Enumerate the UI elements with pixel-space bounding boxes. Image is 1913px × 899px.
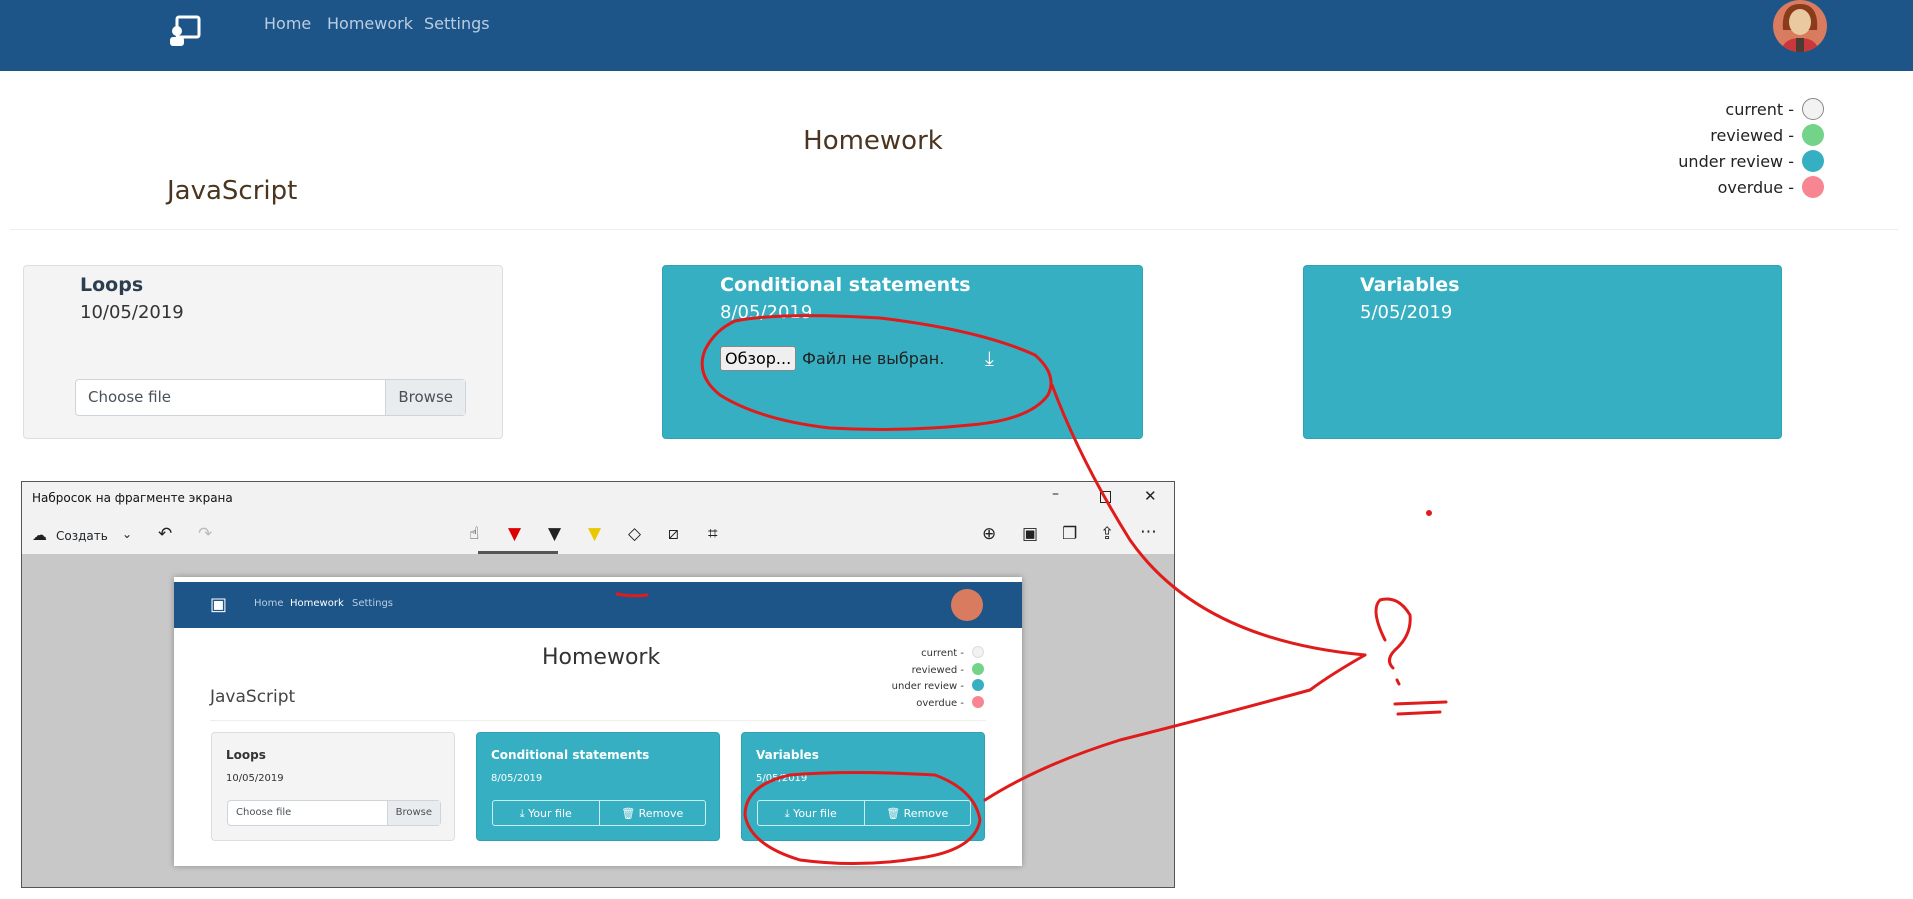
card-date: 5/05/2019	[1360, 302, 1453, 323]
inner-course-title: JavaScript	[210, 687, 296, 707]
inner-legend-label: overdue -	[916, 697, 964, 709]
card-title: Loops	[226, 748, 266, 762]
maximize-button[interactable]	[1100, 491, 1111, 503]
browse-button[interactable]: Browse	[385, 380, 465, 415]
inner-legend-label: under review -	[891, 681, 964, 692]
legend-label: overdue -	[1717, 178, 1794, 197]
inner-legend-label: reviewed -	[911, 664, 964, 676]
inner-avatar	[951, 589, 983, 621]
inner-navbar: ▣ Home Homework Settings	[174, 582, 1022, 628]
homework-card-variables: Variables 5/05/2019	[1303, 265, 1782, 439]
inner-file-input: Choose file Browse	[227, 800, 441, 826]
file-input[interactable]: Choose file Browse	[75, 379, 466, 416]
file-placeholder: Choose file	[236, 807, 292, 818]
undo-icon[interactable]: ↶	[158, 524, 172, 544]
close-button[interactable]: ✕	[1144, 487, 1157, 505]
inner-dot-current	[972, 646, 984, 658]
card-title: Variables	[756, 748, 819, 762]
card-date: 10/05/2019	[226, 773, 284, 784]
native-browse-button[interactable]: Обзор...	[720, 346, 797, 371]
inner-nav-home: Home	[254, 598, 284, 609]
inner-dot-overdue	[972, 696, 984, 708]
minimize-button[interactable]: –	[1052, 486, 1059, 502]
inner-dot-under-review	[972, 679, 984, 691]
nav-homework[interactable]: Homework	[327, 14, 413, 33]
chevron-down-icon[interactable]: ⌄	[122, 527, 132, 541]
captured-screenshot: ▣ Home Homework Settings Homework JavaSc…	[174, 577, 1022, 866]
remove-button: 🗑 Remove	[598, 801, 706, 825]
your-file-button: ⤓ Your file	[784, 807, 837, 820]
redo-icon[interactable]: ↷	[198, 524, 212, 544]
inner-card-loops: Loops 10/05/2019 Choose file Browse	[211, 732, 455, 841]
no-file-text: Файл не выбран.	[802, 349, 945, 368]
card-date: 5/05/2019	[756, 773, 808, 784]
save-icon[interactable]: ▣	[1022, 524, 1038, 544]
download-icon[interactable]: ⤓	[985, 346, 994, 370]
your-file-button: ⤓ Your file	[519, 807, 572, 820]
page-title: Homework	[803, 126, 943, 156]
remove-button: 🗑 Remove	[863, 801, 971, 825]
inner-logo-icon: ▣	[210, 594, 228, 615]
logo-icon[interactable]	[168, 14, 202, 48]
highlighter-icon[interactable]: ▼	[588, 524, 601, 544]
legend-current-dot	[1802, 98, 1824, 120]
annotation-question-mark	[1374, 597, 1412, 686]
annotation-dot	[1426, 510, 1432, 516]
card-title: Loops	[80, 274, 144, 296]
homework-card-conditional-statements: Conditional statements 8/05/2019 Обзор..…	[662, 265, 1143, 439]
inner-nav-homework: Homework	[290, 598, 344, 609]
inner-divider	[210, 720, 986, 721]
legend-label: reviewed -	[1710, 126, 1794, 145]
legend-under-review-dot	[1802, 150, 1824, 172]
navbar: Home Homework Settings	[0, 0, 1913, 71]
divider	[10, 229, 1898, 230]
inner-legend-label: current -	[921, 648, 964, 659]
eraser-icon[interactable]: ◇	[628, 524, 641, 544]
legend-reviewed-dot	[1802, 124, 1824, 146]
card-date: 8/05/2019	[491, 773, 543, 784]
file-actions: ⤓ Your file 🗑 Remove	[492, 800, 706, 826]
inner-dot-reviewed	[972, 663, 984, 675]
pencil-icon[interactable]: ▼	[548, 524, 561, 544]
zoom-icon[interactable]: ⊕	[982, 524, 996, 544]
native-file-input[interactable]: Обзор... Файл не выбран.	[720, 346, 944, 371]
card-title: Conditional statements	[720, 274, 971, 296]
course-title: JavaScript	[167, 176, 298, 206]
homework-card-loops: Loops 10/05/2019 Choose file Browse	[23, 265, 503, 439]
nav-settings[interactable]: Settings	[424, 14, 490, 33]
inner-card-conditional: Conditional statements 8/05/2019 ⤓ Your …	[476, 732, 720, 841]
create-button[interactable]: Создать	[56, 529, 108, 543]
annotation-equals	[1393, 700, 1448, 716]
inner-card-variables: Variables 5/05/2019 ⤓ Your file 🗑 Remove	[741, 732, 985, 841]
crop-icon[interactable]: ⌗	[708, 524, 718, 544]
legend-overdue-dot	[1802, 176, 1824, 198]
card-title: Variables	[1360, 274, 1460, 296]
touch-writing-icon[interactable]: ☝	[469, 524, 479, 544]
file-actions: ⤓ Your file 🗑 Remove	[757, 800, 971, 826]
nav-home[interactable]: Home	[264, 14, 311, 33]
legend-label: current -	[1725, 100, 1794, 119]
card-title: Conditional statements	[491, 748, 650, 762]
browse-button: Browse	[386, 801, 440, 825]
new-snip-icon[interactable]: ☁	[32, 526, 47, 544]
ruler-icon[interactable]: ⧄	[668, 524, 679, 544]
ballpoint-pen-icon[interactable]: ▼	[508, 524, 521, 544]
inner-legend: current - reviewed - under review - over…	[854, 646, 964, 712]
more-icon[interactable]: ⋯	[1140, 522, 1157, 542]
inner-nav-settings: Settings	[352, 598, 394, 609]
inner-page-title: Homework	[542, 645, 661, 670]
copy-icon[interactable]: ❐	[1062, 524, 1077, 544]
legend-label: under review -	[1678, 152, 1794, 171]
card-date: 8/05/2019	[720, 302, 813, 323]
file-input-placeholder: Choose file	[88, 388, 171, 406]
card-date: 10/05/2019	[80, 302, 184, 323]
avatar[interactable]	[1773, 0, 1827, 52]
window-title: Набросок на фрагменте экрана	[32, 491, 233, 505]
share-icon[interactable]: ⇪	[1100, 524, 1114, 544]
